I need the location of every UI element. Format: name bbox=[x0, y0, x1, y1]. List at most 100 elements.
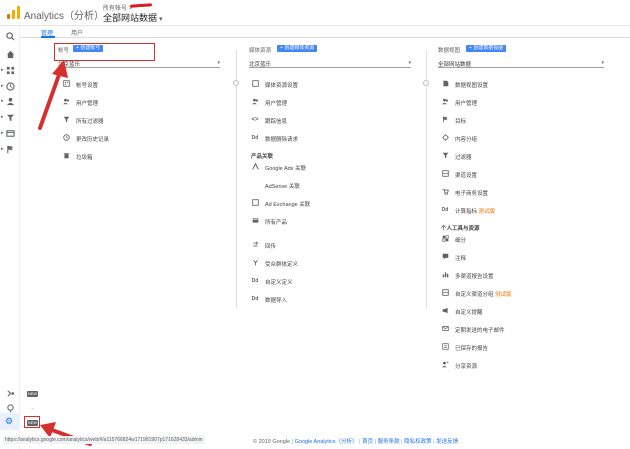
realtime-icon[interactable] bbox=[4, 82, 16, 92]
item-label: 细分 bbox=[455, 238, 467, 244]
doc-icon bbox=[441, 80, 449, 88]
annotation-arrow-icon bbox=[38, 60, 68, 130]
chevron-down-icon: ▾ bbox=[217, 60, 220, 66]
item-label: 更改历史记录 bbox=[76, 137, 110, 143]
ads-icon bbox=[251, 162, 259, 171]
customization-icon[interactable] bbox=[4, 66, 16, 76]
column-collapse-icon[interactable]: › bbox=[233, 80, 239, 86]
beta-tag: 测试版 bbox=[495, 292, 512, 298]
item-label: 分享资源 bbox=[455, 364, 478, 370]
annotation-arrow-icon bbox=[40, 422, 92, 446]
footer-link-privacy[interactable]: 隐私权政策 bbox=[404, 439, 432, 445]
tab-user[interactable]: 用户 bbox=[71, 28, 83, 37]
alert-icon bbox=[441, 307, 449, 315]
account-selector[interactable]: 北京蓝乐 ▾ bbox=[58, 60, 220, 68]
item-label: 回传 bbox=[265, 244, 277, 250]
behavior-icon[interactable] bbox=[4, 129, 16, 139]
share-icon bbox=[441, 361, 449, 369]
dd-icon: Dd bbox=[441, 207, 449, 213]
item-label: 所有产品 bbox=[265, 220, 288, 226]
item-label: Google Ads 关联 bbox=[265, 166, 306, 172]
column-divider bbox=[236, 50, 237, 308]
item-label: 用户管理 bbox=[455, 101, 478, 107]
item-label: 内容分组 bbox=[455, 137, 478, 143]
dd-icon: Dd bbox=[251, 296, 259, 302]
property-selector[interactable]: 北京蓝乐 ▾ bbox=[249, 60, 411, 68]
item-label: 帐号设置 bbox=[76, 83, 99, 89]
footer-link-feedback[interactable]: 发送反馈 bbox=[436, 439, 458, 445]
chevron-down-icon: ▾ bbox=[601, 60, 604, 66]
item-label: 媒体资源设置 bbox=[265, 83, 299, 89]
people-icon bbox=[251, 98, 259, 106]
bars-icon bbox=[441, 271, 449, 279]
audience-icon bbox=[251, 259, 259, 267]
report-icon bbox=[441, 343, 449, 351]
home-icon[interactable] bbox=[4, 50, 16, 60]
footer-copyright: © 2019 Google bbox=[253, 439, 291, 445]
item-label: 电子商务设置 bbox=[455, 191, 489, 197]
audience-icon[interactable] bbox=[4, 97, 16, 107]
item-label: 渠道设置 bbox=[455, 173, 478, 179]
item-label: 过滤器 bbox=[455, 155, 472, 161]
cart-icon bbox=[441, 188, 449, 196]
item-label: 用户管理 bbox=[76, 101, 99, 107]
item-label: 用户管理 bbox=[265, 101, 288, 107]
acquisition-icon[interactable] bbox=[4, 113, 16, 123]
view-selector[interactable]: 全部网站数据 ▾ bbox=[103, 11, 163, 24]
item-label: AdSense 关联 bbox=[265, 184, 300, 190]
item-label: 多渠道报告设置 bbox=[455, 274, 494, 280]
item-label: 自定义定义 bbox=[265, 280, 293, 286]
view-selector-dropdown[interactable]: 全部网站数据 ▾ bbox=[438, 60, 604, 68]
postback-icon bbox=[251, 241, 259, 249]
mail-icon bbox=[441, 325, 449, 333]
footer-link-home[interactable]: 首页 bbox=[362, 439, 373, 445]
left-nav: ▸ ▸ ▸ ▸ ▸ ▸ NEW ··· bbox=[0, 26, 38, 449]
filter-icon bbox=[441, 152, 449, 160]
item-label-text: 计算指标 bbox=[455, 209, 478, 215]
item-label: 跟踪信息 bbox=[265, 119, 288, 125]
app-title: Analytics（分析） bbox=[24, 11, 105, 22]
redaction-mark bbox=[129, 3, 153, 8]
item-label: 受众群体定义 bbox=[265, 262, 299, 268]
item-label-text: 自定义渠道分组 bbox=[455, 292, 494, 298]
footer-link-terms[interactable]: 服务条款 bbox=[378, 439, 400, 445]
attribution-icon[interactable] bbox=[4, 389, 16, 399]
view-column-header: 数据视图 bbox=[438, 48, 461, 54]
chevron-down-icon: ▾ bbox=[408, 60, 411, 66]
footer-link-analytics[interactable]: Google Analytics（分析） bbox=[295, 439, 358, 445]
code-icon: <> bbox=[251, 117, 259, 123]
item-label: 数据视图设置 bbox=[455, 83, 489, 89]
item-label: 定期发送的电子邮件 bbox=[455, 328, 505, 334]
create-view-button[interactable]: + 创建数据视图 bbox=[466, 45, 507, 52]
item-label: 数据删除请求 bbox=[265, 137, 299, 143]
analytics-logo-icon[interactable] bbox=[7, 6, 20, 19]
trash-icon bbox=[62, 152, 70, 160]
people-icon bbox=[441, 98, 449, 106]
conversions-icon[interactable] bbox=[4, 145, 16, 155]
item-label: 数据导入 bbox=[265, 298, 288, 304]
flag-icon bbox=[441, 116, 449, 124]
note-icon bbox=[441, 253, 449, 261]
item-label: 注释 bbox=[455, 256, 467, 262]
create-property-button[interactable]: + 创建媒体资源 bbox=[277, 45, 318, 52]
column-collapse-icon[interactable]: › bbox=[423, 80, 429, 86]
search-icon[interactable] bbox=[4, 32, 16, 42]
gear-icon[interactable]: ⚙ bbox=[5, 416, 13, 427]
property-selector-value: 北京蓝乐 bbox=[249, 62, 272, 68]
item-label: 所有过滤器 bbox=[76, 119, 104, 125]
item-label: 垃圾箱 bbox=[76, 155, 93, 161]
tab-active-indicator bbox=[41, 36, 55, 38]
admin-tabs: 管理 用户 bbox=[20, 26, 630, 38]
item-label: Ad Exchange 关联 bbox=[265, 202, 311, 208]
item-label: 计算指标 测试版 bbox=[455, 207, 495, 215]
discover-badge: ··· bbox=[27, 406, 38, 412]
beta-tag: 测试版 bbox=[478, 209, 496, 215]
segment-icon bbox=[441, 235, 449, 243]
grouping-icon bbox=[441, 134, 449, 142]
status-bar-url: https://analytics.google.com/analytics/w… bbox=[3, 436, 205, 444]
channel-icon bbox=[441, 289, 449, 297]
property-column-header: 媒体资源 bbox=[249, 48, 272, 54]
square-icon bbox=[251, 80, 259, 88]
dd-icon: Dd bbox=[251, 278, 259, 284]
footer: © 2019 Google | Google Analytics（分析） | 首… bbox=[253, 439, 459, 445]
